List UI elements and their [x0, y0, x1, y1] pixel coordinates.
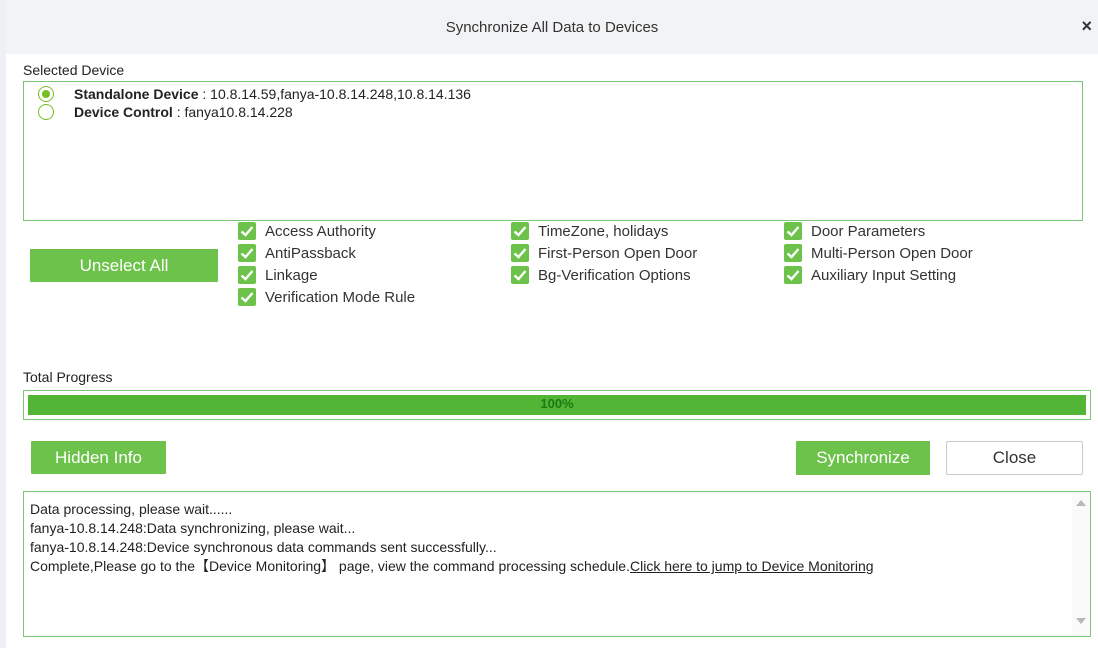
unselect-all-button[interactable]: Unselect All	[30, 249, 218, 282]
log-line-complete: Complete,Please go to the【Device Monitor…	[30, 557, 874, 576]
option-label: Access Authority	[265, 222, 376, 240]
option-first-person-open-door[interactable]: First-Person Open Door	[511, 243, 697, 263]
option-label: Verification Mode Rule	[265, 288, 416, 306]
scroll-down-arrow-icon[interactable]	[1076, 618, 1086, 624]
check-icon[interactable]	[238, 244, 256, 262]
option-label: Linkage	[265, 266, 318, 284]
log-lines: Data processing, please wait...... fanya…	[30, 500, 874, 576]
device-row-standalone[interactable]: Standalone Device : 10.8.14.59,fanya-10.…	[38, 84, 471, 104]
option-access-authority[interactable]: Access Authority	[238, 221, 376, 241]
device-name: Device Control	[74, 104, 173, 120]
check-icon[interactable]	[238, 266, 256, 284]
check-icon[interactable]	[784, 222, 802, 240]
log-line: fanya-10.8.14.248:Device synchronous dat…	[30, 539, 497, 555]
radio-standalone-device[interactable]	[38, 86, 54, 102]
radio-device-control[interactable]	[38, 104, 54, 120]
option-label: TimeZone, holidays	[538, 222, 669, 240]
device-ips: : 10.8.14.59,fanya-10.8.14.248,10.8.14.1…	[198, 86, 471, 102]
option-label: Multi-Person Open Door	[811, 244, 973, 262]
option-label: AntiPassback	[265, 244, 356, 262]
device-list: Standalone Device : 10.8.14.59,fanya-10.…	[23, 81, 1083, 221]
total-progress-bar: 100%	[23, 390, 1091, 420]
device-row-device-control[interactable]: Device Control : fanya10.8.14.228	[38, 102, 293, 122]
total-progress-label: Total Progress	[23, 369, 113, 385]
hidden-info-button[interactable]: Hidden Info	[31, 441, 166, 474]
dialog-title: Synchronize All Data to Devices	[445, 19, 659, 36]
check-icon[interactable]	[511, 266, 529, 284]
check-icon[interactable]	[238, 222, 256, 240]
option-auxiliary-input-setting[interactable]: Auxiliary Input Setting	[784, 265, 956, 285]
progress-percent-text: 100%	[540, 396, 574, 411]
log-line: fanya-10.8.14.248:Data synchronizing, pl…	[30, 520, 356, 536]
option-multi-person-open-door[interactable]: Multi-Person Open Door	[784, 243, 973, 263]
log-output[interactable]: Data processing, please wait...... fanya…	[23, 491, 1091, 637]
option-antipassback[interactable]: AntiPassback	[238, 243, 356, 263]
check-icon[interactable]	[238, 288, 256, 306]
option-linkage[interactable]: Linkage	[238, 265, 318, 285]
option-label: Bg-Verification Options	[538, 266, 691, 284]
log-line-text: Complete,Please go to the【Device Monitor…	[30, 558, 630, 574]
log-scrollbar[interactable]	[1072, 492, 1090, 636]
synchronize-button[interactable]: Synchronize	[796, 441, 930, 475]
left-edge	[0, 0, 6, 648]
scroll-up-arrow-icon[interactable]	[1076, 500, 1086, 506]
dialog-titlebar: Synchronize All Data to Devices ×	[6, 0, 1098, 54]
check-icon[interactable]	[511, 222, 529, 240]
option-door-parameters[interactable]: Door Parameters	[784, 221, 925, 241]
log-line: Data processing, please wait......	[30, 501, 233, 517]
option-timezone-holidays[interactable]: TimeZone, holidays	[511, 221, 668, 241]
option-label: Auxiliary Input Setting	[811, 266, 957, 284]
check-icon[interactable]	[511, 244, 529, 262]
option-verification-mode-rule[interactable]: Verification Mode Rule	[238, 287, 415, 307]
option-bg-verification-options[interactable]: Bg-Verification Options	[511, 265, 691, 285]
close-button[interactable]: Close	[946, 441, 1083, 475]
jump-to-device-monitoring-link[interactable]: Click here to jump to Device Monitoring	[630, 558, 874, 574]
option-label: Door Parameters	[811, 222, 926, 240]
selected-device-label: Selected Device	[23, 62, 125, 78]
device-name: Standalone Device	[74, 86, 199, 102]
close-icon[interactable]: ×	[1081, 17, 1092, 35]
check-icon[interactable]	[784, 244, 802, 262]
device-ips: : fanya10.8.14.228	[172, 104, 293, 120]
option-label: First-Person Open Door	[538, 244, 698, 262]
check-icon[interactable]	[784, 266, 802, 284]
